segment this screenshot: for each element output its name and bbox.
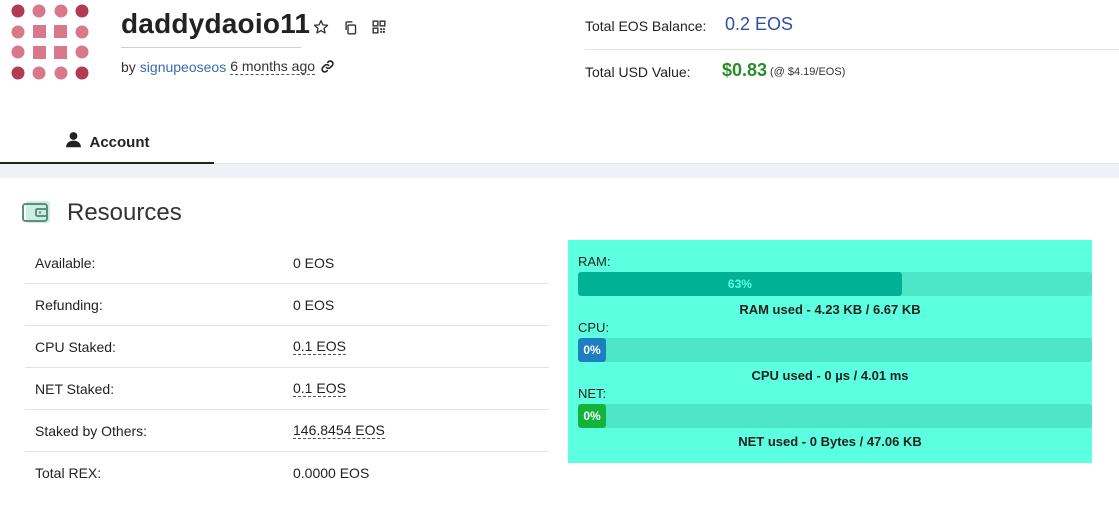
resources-table: Available: 0 EOS Refunding: 0 EOS CPU St… xyxy=(25,242,549,494)
resources-title: Resources xyxy=(67,199,182,226)
cpu-percent-text: 0% xyxy=(583,343,601,357)
user-icon xyxy=(65,131,82,153)
copy-icon[interactable] xyxy=(340,17,360,37)
creator-link[interactable]: signupeoseos xyxy=(140,59,226,75)
resource-row-total-rex: Total REX: 0.0000 EOS xyxy=(25,452,549,494)
qr-code-icon[interactable] xyxy=(369,17,389,37)
ram-label: RAM: xyxy=(578,254,611,269)
eos-usd-rate: (@ $4.19/EOS) xyxy=(770,66,846,78)
resource-label: NET Staked: xyxy=(35,380,115,397)
account-name: daddydaoio11 xyxy=(121,8,311,39)
total-eos-value: 0.2 EOS xyxy=(725,14,794,34)
tab-account[interactable]: Account xyxy=(0,122,214,164)
cpu-progress-bar: 0% xyxy=(578,338,1092,362)
tab-account-label: Account xyxy=(89,133,150,151)
ram-percent-text: 63% xyxy=(727,277,752,291)
resource-label: Staked by Others: xyxy=(35,422,148,439)
total-eos-label: Total EOS Balance: xyxy=(585,18,707,34)
cpu-progress-fill: 0% xyxy=(578,338,606,362)
resource-value-link[interactable]: 146.8454 EOS xyxy=(293,422,385,439)
net-percent-text: 0% xyxy=(583,409,601,423)
net-progress-bar: 0% xyxy=(578,404,1092,428)
account-actions xyxy=(311,17,389,37)
wallet-icon xyxy=(22,201,50,223)
resource-label: Total REX: xyxy=(35,465,102,481)
resource-value: 0 EOS xyxy=(293,254,335,271)
balance-divider xyxy=(585,49,1119,50)
cpu-usage-caption: CPU used - 0 µs / 4.01 ms xyxy=(751,368,909,383)
resource-usage-panel: RAM: 63% RAM used - 4.23 KB / 6.67 KB CP… xyxy=(568,240,1092,463)
ram-progress-fill: 63% xyxy=(578,272,902,296)
total-usd-value: $0.83 xyxy=(722,60,768,80)
ram-usage-caption: RAM used - 4.23 KB / 6.67 KB xyxy=(739,302,921,317)
net-label: NET: xyxy=(578,386,607,401)
creator-byline: by signupeoseos 6 months ago xyxy=(121,58,335,75)
resource-label: Refunding: xyxy=(35,296,103,313)
ram-progress-bar: 63% xyxy=(578,272,1092,296)
total-usd-label: Total USD Value: xyxy=(585,64,691,80)
link-icon[interactable] xyxy=(321,59,335,74)
net-usage-caption: NET used - 0 Bytes / 47.06 KB xyxy=(738,434,922,449)
resource-row-available: Available: 0 EOS xyxy=(25,242,549,284)
resource-value: 0.0000 EOS xyxy=(293,465,370,481)
account-avatar xyxy=(11,4,89,80)
net-progress-fill: 0% xyxy=(578,404,606,428)
resource-row-net-staked: NET Staked: 0.1 EOS xyxy=(25,368,549,410)
resource-value: 0 EOS xyxy=(293,296,335,313)
account-name-underline xyxy=(121,47,301,48)
resource-row-cpu-staked: CPU Staked: 0.1 EOS xyxy=(25,326,549,368)
cpu-label: CPU: xyxy=(578,320,610,335)
resource-label: Available: xyxy=(35,254,96,271)
star-icon[interactable] xyxy=(311,17,331,37)
content-separator xyxy=(0,164,1119,178)
resource-row-staked-by-others: Staked by Others: 146.8454 EOS xyxy=(25,410,549,452)
resource-label: CPU Staked: xyxy=(35,338,116,355)
resource-value-link[interactable]: 0.1 EOS xyxy=(293,338,346,355)
resource-row-refunding: Refunding: 0 EOS xyxy=(25,284,549,326)
creation-age[interactable]: 6 months ago xyxy=(230,58,316,75)
resource-value-link[interactable]: 0.1 EOS xyxy=(293,380,346,397)
by-prefix: by xyxy=(121,58,136,75)
